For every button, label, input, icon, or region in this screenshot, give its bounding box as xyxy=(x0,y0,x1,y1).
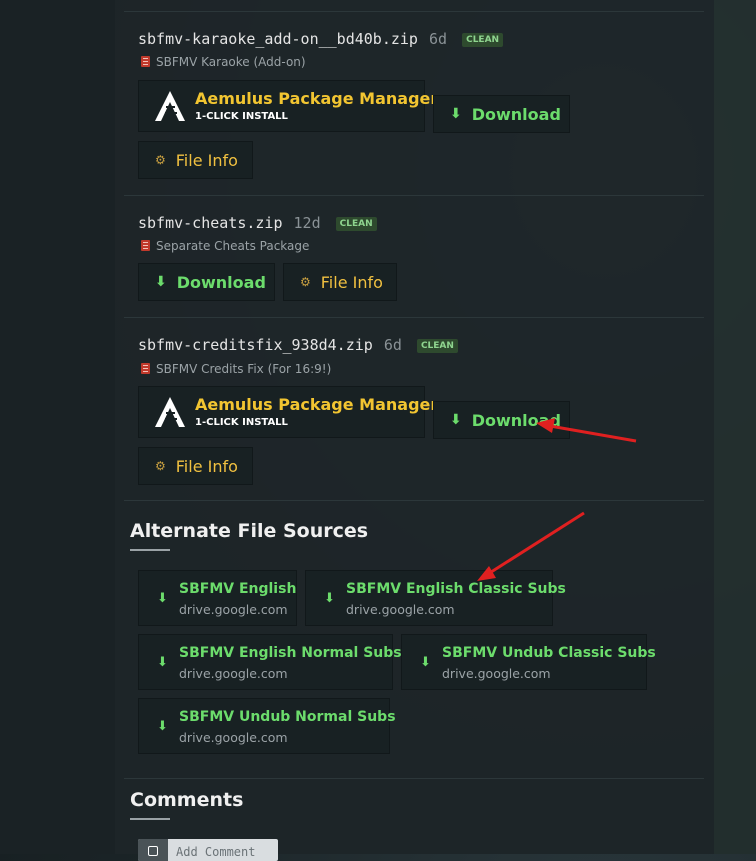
file-info-button[interactable]: ⚙ File Info xyxy=(283,263,397,301)
separator xyxy=(124,500,704,501)
aemulus-title: Aemulus Package Manager xyxy=(195,89,439,108)
file-description: SBFMV Karaoke (Add-on) xyxy=(141,55,306,69)
file-name-text: sbfmv-karaoke_add-on__bd40b.zip xyxy=(138,30,418,48)
section-title-comments: Comments xyxy=(130,789,244,811)
alternate-source-title: SBFMV English Classic Subs xyxy=(346,581,566,597)
file-description-text: Separate Cheats Package xyxy=(156,239,310,253)
download-label: Download xyxy=(176,272,266,292)
alternate-source-title: SBFMV Undub Normal Subs xyxy=(179,709,396,725)
alternate-source-link[interactable]: ⬇ SBFMV Undub Classic Subs drive.google.… xyxy=(401,634,656,690)
down-arrow-icon: ⬇ xyxy=(155,274,167,290)
file-age: 12d xyxy=(293,214,321,232)
download-label: Download xyxy=(471,410,561,430)
file-info-label: File Info xyxy=(175,150,238,170)
down-arrow-icon: ⬇ xyxy=(420,655,431,670)
file-age: 6d xyxy=(383,336,402,354)
down-arrow-icon: ⬇ xyxy=(450,412,462,428)
download-button[interactable]: ⬇ Download xyxy=(433,95,570,133)
down-arrow-icon: ⬇ xyxy=(157,591,168,606)
download-button[interactable]: ⬇ Download xyxy=(433,401,570,439)
comment-icon xyxy=(138,839,168,861)
alternate-source-link[interactable]: ⬇ SBFMV English drive.google.com xyxy=(138,570,297,626)
aemulus-title: Aemulus Package Manager xyxy=(195,395,439,414)
gear-icon: ⚙ xyxy=(155,153,166,167)
download-label: Download xyxy=(471,104,561,124)
archive-icon xyxy=(141,363,150,374)
aemulus-subtitle: 1-CLICK INSTALL xyxy=(195,111,288,122)
down-arrow-icon: ⬇ xyxy=(157,719,168,734)
file-name: sbfmv-karaoke_add-on__bd40b.zip 6d CLEAN xyxy=(138,30,504,48)
page-background-left xyxy=(0,0,115,854)
file-info-button[interactable]: ⚙ File Info xyxy=(138,447,253,485)
alternate-source-title: SBFMV Undub Classic Subs xyxy=(442,645,656,661)
clean-badge: CLEAN xyxy=(416,339,458,353)
file-description-text: SBFMV Credits Fix (For 16:9!) xyxy=(156,362,332,376)
aemulus-logo-icon xyxy=(155,397,185,427)
file-age: 6d xyxy=(429,30,448,48)
alternate-source-link[interactable]: ⬇ SBFMV Undub Normal Subs drive.google.c… xyxy=(138,698,396,754)
alternate-source-link[interactable]: ⬇ SBFMV English Normal Subs drive.google… xyxy=(138,634,402,690)
aemulus-install-button[interactable]: Aemulus Package Manager 1-CLICK INSTALL xyxy=(138,80,438,132)
down-arrow-icon: ⬇ xyxy=(157,655,168,670)
gear-icon: ⚙ xyxy=(300,275,311,289)
file-name: sbfmv-cheats.zip 12d CLEAN xyxy=(138,214,377,232)
alternate-source-domain: drive.google.com xyxy=(179,666,288,681)
alternate-source-domain: drive.google.com xyxy=(179,730,288,745)
separator xyxy=(124,778,704,779)
section-underline xyxy=(130,818,170,820)
archive-icon xyxy=(141,240,150,251)
file-info-label: File Info xyxy=(320,272,383,292)
file-description: Separate Cheats Package xyxy=(141,239,309,253)
archive-icon xyxy=(141,56,150,67)
file-description: SBFMV Credits Fix (For 16:9!) xyxy=(141,362,331,376)
alternate-source-domain: drive.google.com xyxy=(346,602,455,617)
section-title-alternate-sources: Alternate File Sources xyxy=(130,520,369,542)
aemulus-subtitle: 1-CLICK INSTALL xyxy=(195,417,288,428)
clean-badge: CLEAN xyxy=(462,33,504,47)
add-comment-label: Add Comment xyxy=(176,845,256,859)
aemulus-logo-icon xyxy=(155,91,185,121)
down-arrow-icon: ⬇ xyxy=(324,591,335,606)
file-name-text: sbfmv-cheats.zip xyxy=(138,214,283,232)
separator xyxy=(124,11,704,12)
file-description-text: SBFMV Karaoke (Add-on) xyxy=(156,55,306,69)
add-comment-button[interactable]: Add Comment xyxy=(138,839,278,861)
file-name: sbfmv-creditsfix_938d4.zip 6d CLEAN xyxy=(138,336,458,354)
page-background-right xyxy=(714,0,756,854)
alternate-source-domain: drive.google.com xyxy=(179,602,288,617)
clean-badge: CLEAN xyxy=(335,217,377,231)
alternate-source-link[interactable]: ⬇ SBFMV English Classic Subs drive.googl… xyxy=(305,570,566,626)
gear-icon: ⚙ xyxy=(155,459,166,473)
download-button[interactable]: ⬇ Download xyxy=(138,263,275,301)
alternate-source-title: SBFMV English Normal Subs xyxy=(179,645,402,661)
file-info-button[interactable]: ⚙ File Info xyxy=(138,141,253,179)
separator xyxy=(124,195,704,196)
section-underline xyxy=(130,549,170,551)
down-arrow-icon: ⬇ xyxy=(450,106,462,122)
alternate-source-title: SBFMV English xyxy=(179,581,297,597)
separator xyxy=(124,317,704,318)
file-info-label: File Info xyxy=(175,456,238,476)
aemulus-install-button[interactable]: Aemulus Package Manager 1-CLICK INSTALL xyxy=(138,386,438,438)
alternate-source-domain: drive.google.com xyxy=(442,666,551,681)
file-name-text: sbfmv-creditsfix_938d4.zip xyxy=(138,336,373,354)
